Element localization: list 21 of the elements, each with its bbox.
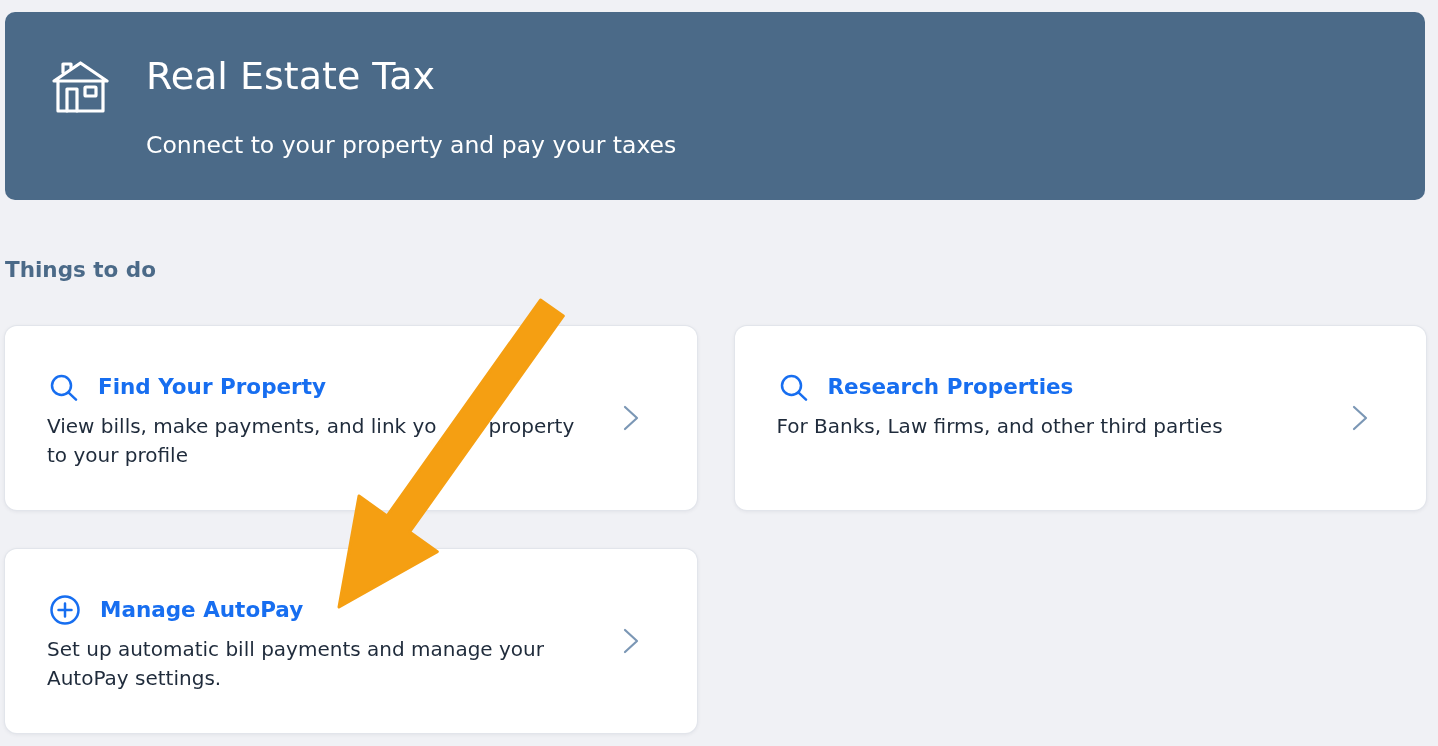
task-card[interactable]: Manage AutoPay Set up automatic bill payments and manage your AutoPay settings. xyxy=(5,549,697,733)
search-icon xyxy=(779,373,808,401)
house-icon xyxy=(52,60,109,113)
task-title: Find Your Property xyxy=(98,373,326,401)
search-icon xyxy=(50,373,78,401)
section-heading: Things to do xyxy=(5,256,156,284)
chevron-right-icon xyxy=(622,405,639,431)
task-card[interactable]: Find Your Property View bills, make payments, and link yo property to your profile xyxy=(5,326,697,510)
task-title: Manage AutoPay xyxy=(100,596,304,624)
task-description: View bills, make payments, and link yo xyxy=(47,413,437,440)
plus-circle-icon xyxy=(50,595,80,625)
task-card[interactable]: Research Properties For Banks, Law firms, and other third parties xyxy=(734,326,1426,510)
task-title: Research Properties xyxy=(827,373,1074,401)
task-description: Set up automatic bill payments and manage your AutoPay settings. xyxy=(47,636,545,692)
task-description: For Banks, Law firms, and other third parties xyxy=(776,413,1223,440)
chevron-right-icon xyxy=(1352,405,1368,431)
page-title: Real Estate Tax xyxy=(146,54,436,98)
page-subtitle: Connect to your property and pay your taxes xyxy=(146,131,677,159)
task-description: to your profile xyxy=(47,442,188,469)
task-description: property xyxy=(488,413,575,440)
chevron-right-icon xyxy=(622,628,639,654)
